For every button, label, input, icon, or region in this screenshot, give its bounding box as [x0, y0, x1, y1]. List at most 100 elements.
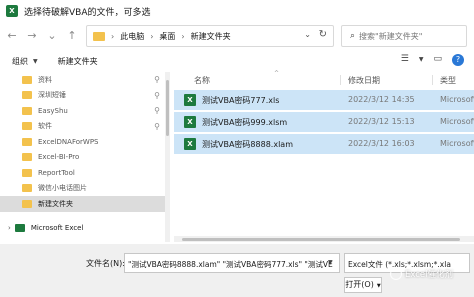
excel-file-icon: X [184, 94, 196, 106]
watermark: Excel催化剂 [390, 268, 453, 280]
chevron-down-icon[interactable]: ⌄ [304, 30, 311, 39]
sidebar-item[interactable]: ExcelDNAForWPS [0, 134, 170, 150]
search-placeholder: 搜索"新建文件夹" [359, 31, 423, 41]
breadcrumb-new-folder[interactable]: 新建文件夹 [191, 31, 231, 42]
sidebar-item-label: EasyShu [38, 106, 68, 115]
pin-icon: ⚲ [154, 90, 160, 100]
column-header-name[interactable]: 名称 [194, 75, 210, 86]
filename-label: 文件名(N): [86, 259, 125, 268]
command-bar: 组织 ▼ 新建文件夹 ☰ ▼ ▭ ? [0, 50, 474, 72]
folder-icon [22, 122, 32, 131]
sidebar-item-label: 新建文件夹 [38, 199, 73, 208]
refresh-icon[interactable]: ↻ [319, 29, 327, 40]
scrollbar-thumb[interactable] [182, 238, 460, 241]
sort-caret-icon: ^ [274, 70, 280, 77]
file-type: Microsoft [440, 117, 474, 126]
folder-icon [22, 75, 32, 84]
sidebar-scrollbar[interactable] [165, 72, 170, 242]
column-header-date[interactable]: 修改日期 [348, 75, 380, 86]
sidebar-item[interactable]: ReportTool [0, 165, 170, 181]
column-divider[interactable] [340, 75, 341, 85]
file-date: 2022/3/12 14:35 [348, 95, 415, 104]
sidebar-item-label: Excel-BI-Pro [38, 153, 80, 162]
excel-app-icon: X [6, 5, 18, 17]
window-title: 选择待破解VBA的文件，可多选 [24, 7, 151, 18]
address-bar[interactable]: › 此电脑 › 桌面 › 新建文件夹 ⌄ ↻ [86, 25, 334, 47]
search-box[interactable]: ⌕ 搜索"新建文件夹" [341, 25, 467, 47]
forward-arrow-icon[interactable]: → [24, 28, 40, 44]
caret-down-icon[interactable]: ▼ [328, 259, 333, 266]
open-button-label: 打开(O) [345, 280, 374, 289]
view-options-icon[interactable]: ☰ [401, 54, 409, 66]
sidebar-item[interactable]: 资料 ⚲ [0, 72, 170, 88]
organize-label: 组织 [12, 56, 28, 66]
sidebar-item-label: ExcelDNAForWPS [38, 137, 99, 146]
file-type: Microsoft [440, 95, 474, 104]
folder-icon [93, 31, 105, 41]
folder-icon [22, 184, 32, 193]
chevron-right-icon: › [181, 31, 185, 41]
file-name: 测试VBA密码777.xls [202, 96, 280, 105]
folder-icon [22, 199, 32, 208]
chevron-right-icon[interactable]: › [8, 224, 11, 232]
navigation-bar: ← → ⌄ ↑ › 此电脑 › 桌面 › 新建文件夹 ⌄ ↻ ⌕ 搜索"新建文件… [0, 22, 474, 50]
sidebar-item-label: Microsoft Excel [30, 224, 84, 233]
sidebar-item[interactable]: Excel-BI-Pro [0, 150, 170, 166]
sidebar-item-label: 资料 [38, 75, 52, 84]
new-folder-label: 新建文件夹 [57, 56, 98, 66]
watermark-text: Excel催化剂 [405, 270, 454, 280]
sidebar-item-label: 深圳短锤 [38, 91, 66, 100]
folder-icon [22, 153, 32, 162]
back-arrow-icon[interactable]: ← [4, 28, 20, 44]
file-row[interactable]: X 测试VBA密码8888.xlam 2022/3/12 16:03 Micro… [174, 134, 474, 154]
wechat-logo-icon [390, 268, 402, 280]
folder-icon [22, 137, 32, 146]
organize-button[interactable]: 组织 ▼ [12, 56, 38, 67]
file-date: 2022/3/12 16:03 [348, 139, 415, 148]
caret-down-icon: ▼ [376, 283, 381, 289]
caret-down-icon[interactable]: ▼ [419, 54, 424, 66]
file-row[interactable]: X 测试VBA密码999.xlsm 2022/3/12 15:13 Micros… [174, 112, 474, 132]
caret-down-icon: ▼ [33, 57, 38, 65]
new-folder-button[interactable]: 新建文件夹 [58, 56, 98, 67]
sidebar-item[interactable]: 微信小电话图片 [0, 181, 170, 197]
file-name: 测试VBA密码999.xlsm [202, 118, 288, 127]
column-headers: ^ 名称 修改日期 类型 [174, 70, 474, 88]
sidebar-item[interactable]: 深圳短锤 ⚲ [0, 88, 170, 104]
up-arrow-icon[interactable]: ↑ [64, 28, 80, 44]
sidebar-item-label: ReportTool [38, 168, 75, 177]
help-icon[interactable]: ? [452, 54, 464, 66]
folder-icon [22, 168, 32, 177]
title-bar: X 选择待破解VBA的文件，可多选 [0, 0, 474, 22]
filename-input[interactable]: "测试VBA密码8888.xlam" "测试VBA密码777.xls" "测试V… [124, 253, 340, 273]
sidebar-item-microsoft-excel[interactable]: › Microsoft Excel [0, 221, 170, 237]
sidebar-item[interactable]: EasyShu ⚲ [0, 103, 170, 119]
search-icon: ⌕ [350, 31, 356, 41]
chevron-right-icon: › [150, 31, 154, 41]
scrollbar-thumb[interactable] [166, 80, 169, 136]
breadcrumb-desktop[interactable]: 桌面 [159, 31, 175, 42]
sidebar-item-selected[interactable]: 新建文件夹 [0, 196, 170, 212]
pin-icon: ⚲ [154, 106, 160, 116]
horizontal-scrollbar[interactable] [174, 236, 474, 242]
folder-icon [22, 106, 32, 115]
excel-icon [14, 224, 25, 233]
chevron-right-icon: › [111, 31, 115, 41]
sidebar-item[interactable]: 软件 ⚲ [0, 119, 170, 135]
column-header-type[interactable]: 类型 [440, 75, 456, 86]
pin-icon: ⚲ [154, 121, 160, 131]
file-name: 测试VBA密码8888.xlam [202, 140, 293, 149]
column-divider[interactable] [432, 75, 433, 85]
navigation-pane: 资料 ⚲ 深圳短锤 ⚲ EasyShu ⚲ 软件 ⚲ ExcelDNAForWPS Ex… [0, 72, 170, 242]
breadcrumb-this-pc[interactable]: 此电脑 [120, 31, 144, 42]
file-type: Microsoft [440, 139, 474, 148]
folder-icon [22, 91, 32, 100]
preview-pane-icon[interactable]: ▭ [433, 54, 442, 66]
open-button[interactable]: 打开(O) ▼ [344, 277, 382, 293]
file-list: ^ 名称 修改日期 类型 X 测试VBA密码777.xls 2022/3/12 … [174, 70, 474, 242]
recent-locations-dropdown-icon[interactable]: ⌄ [44, 28, 60, 44]
sidebar-item-label: 微信小电话图片 [38, 184, 87, 193]
pin-icon: ⚲ [154, 75, 160, 85]
file-row[interactable]: X 测试VBA密码777.xls 2022/3/12 14:35 Microso… [174, 90, 474, 110]
excel-file-icon: X [184, 116, 196, 128]
